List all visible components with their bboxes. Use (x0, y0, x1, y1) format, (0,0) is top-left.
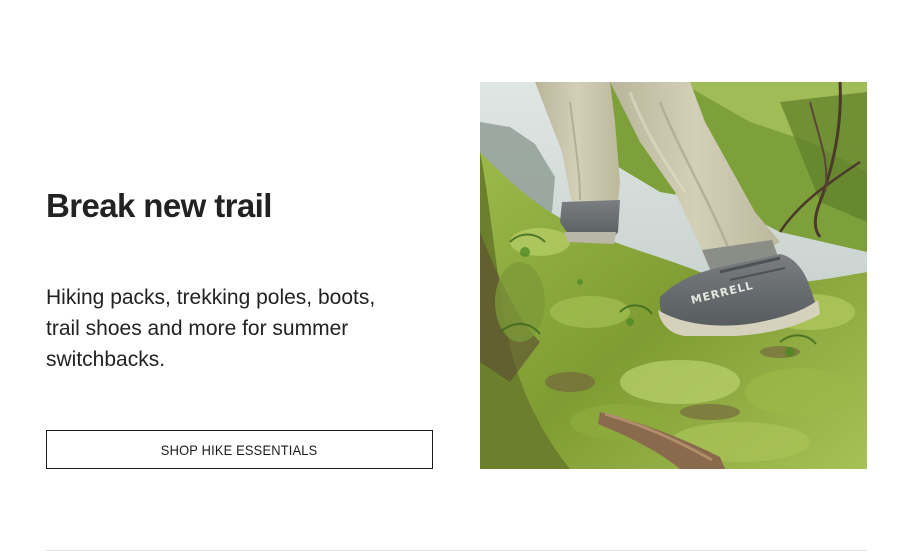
section-divider (46, 550, 867, 551)
shop-hike-essentials-label: SHOP HIKE ESSENTIALS (161, 441, 318, 458)
hero-image: MERRELL (480, 82, 867, 469)
promo-section: Break new trail Hiking packs, trekking p… (0, 0, 913, 552)
hiking-photo-illustration: MERRELL (480, 82, 867, 469)
promo-headline: Break new trail (46, 187, 272, 224)
shop-hike-essentials-button[interactable]: SHOP HIKE ESSENTIALS (46, 430, 433, 469)
promo-description: Hiking packs, trekking poles, boots, tra… (46, 286, 376, 371)
